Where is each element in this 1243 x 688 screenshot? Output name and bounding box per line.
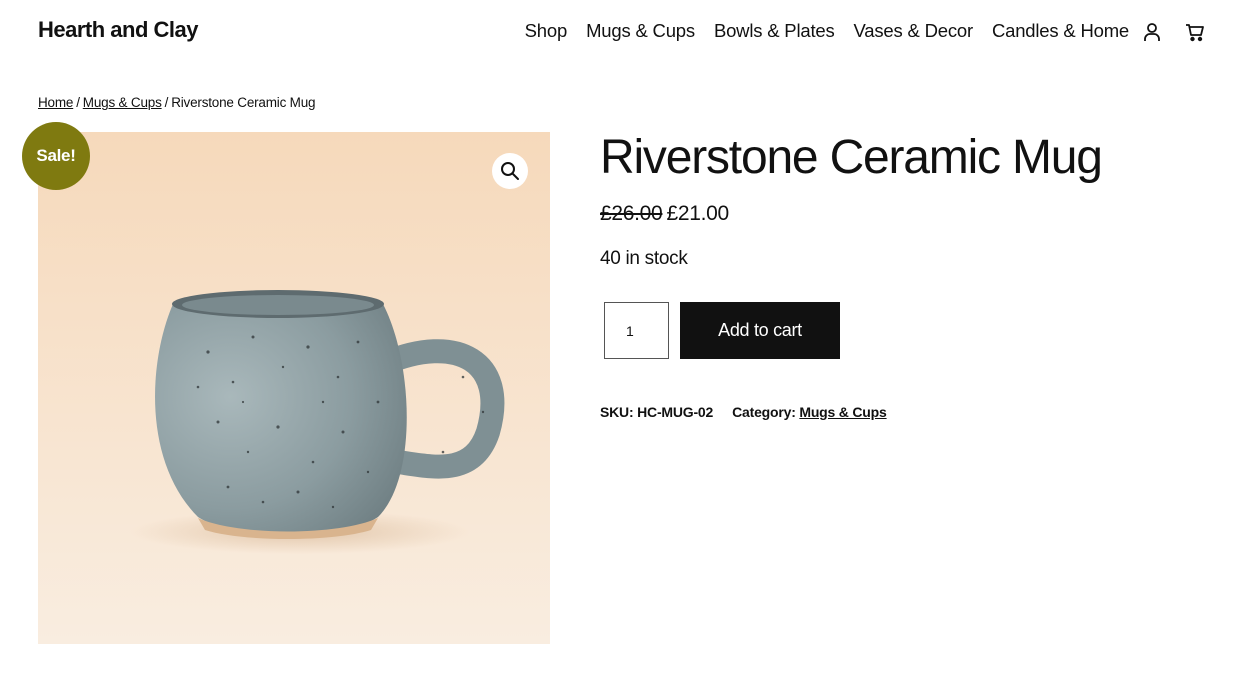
product-summary: Riverstone Ceramic Mug £26.00 £21.00 40 i…: [600, 128, 1200, 420]
add-to-cart-form: Add to cart: [604, 302, 840, 359]
sku-label: SKU:: [600, 404, 634, 420]
sale-price: £21.00: [666, 202, 729, 225]
product-price: £26.00 £21.00: [600, 202, 1200, 226]
site-brand[interactable]: Hearth and Clay: [38, 17, 199, 43]
nav-item-shop[interactable]: Shop: [525, 20, 568, 42]
product-gallery[interactable]: [38, 132, 550, 644]
main-nav: Shop Mugs & Cups Bowls & Plates Vases & …: [525, 20, 1130, 42]
category-meta: Category: Mugs & Cups: [732, 404, 887, 420]
breadcrumb-current: Riverstone Ceramic Mug: [171, 95, 316, 110]
regular-price: £26.00: [600, 202, 663, 225]
stock-status: 40 in stock: [600, 248, 688, 269]
category-link[interactable]: Mugs & Cups: [799, 404, 886, 420]
zoom-button[interactable]: [492, 153, 528, 189]
breadcrumb: Home / Mugs & Cups / Riverstone Ceramic Mug: [38, 95, 316, 110]
breadcrumb-category-link[interactable]: Mugs & Cups: [83, 95, 162, 110]
product-meta: SKU: HC-MUG-02 Category: Mugs & Cups: [600, 404, 887, 420]
category-label: Category:: [732, 404, 796, 420]
sku-meta: SKU: HC-MUG-02: [600, 404, 713, 420]
nav-item-candles-home[interactable]: Candles & Home: [992, 20, 1129, 42]
nav-item-vases-decor[interactable]: Vases & Decor: [854, 20, 974, 42]
account-icon[interactable]: [1140, 20, 1164, 44]
cart-icon[interactable]: [1183, 20, 1207, 44]
product-image: [38, 132, 550, 644]
breadcrumb-home-link[interactable]: Home: [38, 95, 73, 110]
site-header: Hearth and Clay Shop Mugs & Cups Bowls &…: [0, 0, 1243, 64]
sku-value: HC-MUG-02: [637, 404, 714, 420]
add-to-cart-button[interactable]: Add to cart: [680, 302, 840, 359]
sale-badge: Sale!: [22, 122, 90, 190]
breadcrumb-separator: /: [164, 95, 169, 110]
nav-item-mugs-cups[interactable]: Mugs & Cups: [586, 20, 695, 42]
search-icon: [501, 162, 519, 180]
breadcrumb-separator: /: [76, 95, 80, 110]
nav-item-bowls-plates[interactable]: Bowls & Plates: [714, 20, 835, 42]
product-title: Riverstone Ceramic Mug: [600, 131, 1103, 184]
quantity-input[interactable]: [604, 302, 669, 359]
